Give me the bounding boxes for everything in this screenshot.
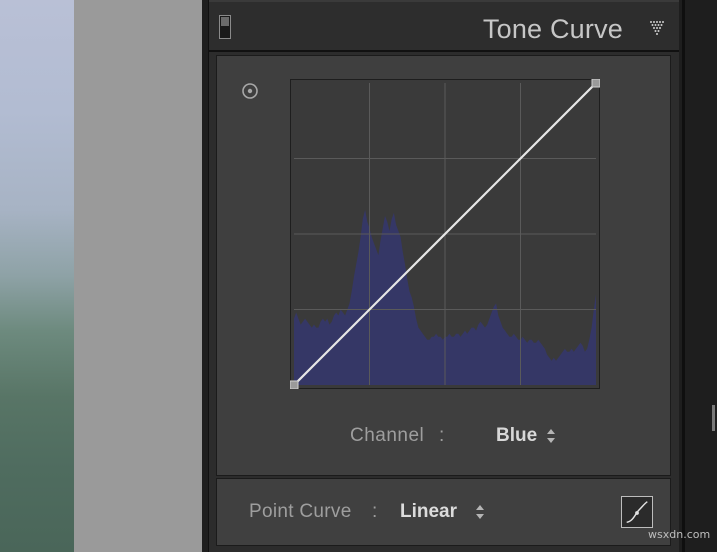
tone-curve-panel: Tone Curve Channel: Blue Point Curve: …: [208, 0, 680, 552]
point-curve-colon: :: [372, 501, 378, 522]
panel-switch-icon[interactable]: [219, 15, 231, 39]
curve-point-white[interactable]: [591, 79, 600, 88]
watermark-text: wsxdn.com: [648, 528, 711, 541]
edit-point-curve-icon[interactable]: [621, 496, 653, 528]
tone-curve-graph[interactable]: [290, 79, 600, 389]
up-down-stepper-icon[interactable]: [546, 428, 556, 444]
panel-header[interactable]: Tone Curve: [209, 0, 679, 52]
up-down-stepper-icon[interactable]: [475, 504, 485, 520]
target-adjust-icon[interactable]: [241, 82, 259, 100]
point-curve-label: Point Curve: [249, 501, 352, 522]
point-curve-value[interactable]: Linear: [400, 501, 457, 523]
panel-scroll-track[interactable]: [682, 0, 685, 552]
channel-value[interactable]: Blue: [496, 425, 537, 447]
channel-label: Channel: [350, 425, 425, 446]
channel-colon: :: [439, 425, 445, 446]
triangle-down-dotted-icon[interactable]: [649, 20, 665, 36]
lightroom-develop-view: Tone Curve Channel: Blue Point Curve: …: [0, 0, 717, 552]
photo-preview: [0, 0, 74, 552]
right-panel-edge: [679, 0, 717, 552]
panel-title: Tone Curve: [482, 14, 623, 44]
curve-point-black[interactable]: [290, 380, 299, 389]
point-curve-row: Point Curve : Linear: [216, 478, 671, 546]
photo-background: [74, 0, 202, 552]
channel-selector[interactable]: Channel : Blue: [217, 423, 672, 449]
tone-curve-body: Channel : Blue: [216, 55, 671, 476]
panel-scroll-thumb[interactable]: [712, 405, 715, 431]
